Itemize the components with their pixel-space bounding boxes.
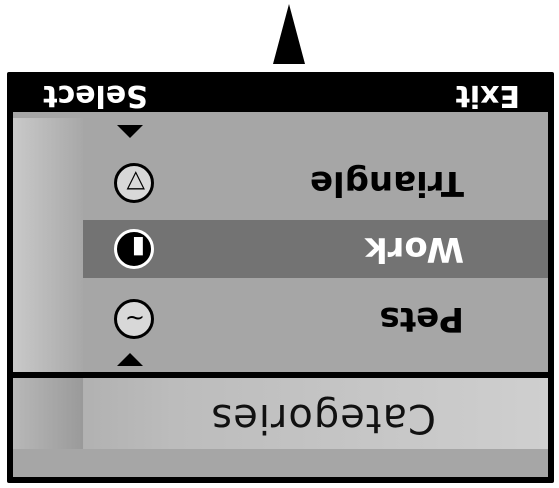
rotated-view: Categories ~ Pets ▮ Work ▽ Triangle Exit… [0, 0, 559, 488]
scroll-down-icon[interactable] [117, 353, 143, 366]
work-icon: ▮ [114, 229, 154, 269]
device-frame: Categories ~ Pets ▮ Work ▽ Triangle Exit… [7, 72, 554, 483]
select-softkey[interactable]: Select [43, 78, 148, 113]
list-item-label: Triangle [309, 163, 464, 203]
triangle-icon: ▽ [114, 163, 154, 203]
list-item-pets[interactable]: ~ Pets [83, 290, 548, 348]
exit-softkey[interactable]: Exit [456, 78, 520, 113]
page-title: Categories [210, 395, 436, 441]
scroll-up-icon[interactable] [117, 125, 143, 138]
list-item-label: Pets [379, 299, 464, 339]
category-list[interactable]: ~ Pets ▮ Work ▽ Triangle [13, 118, 548, 372]
list-item-work[interactable]: ▮ Work [83, 220, 548, 278]
pets-icon: ~ [114, 299, 154, 339]
list-gutter [13, 118, 83, 372]
list-item-label: Work [364, 229, 464, 269]
softkey-bar: Exit Select [13, 78, 548, 113]
header-accent [13, 378, 83, 449]
pointer-arrow-icon [273, 4, 305, 64]
list-item-triangle[interactable]: ▽ Triangle [83, 154, 548, 212]
header-bar: Categories [13, 372, 548, 449]
screen: Categories ~ Pets ▮ Work ▽ Triangle Exit… [13, 78, 548, 477]
